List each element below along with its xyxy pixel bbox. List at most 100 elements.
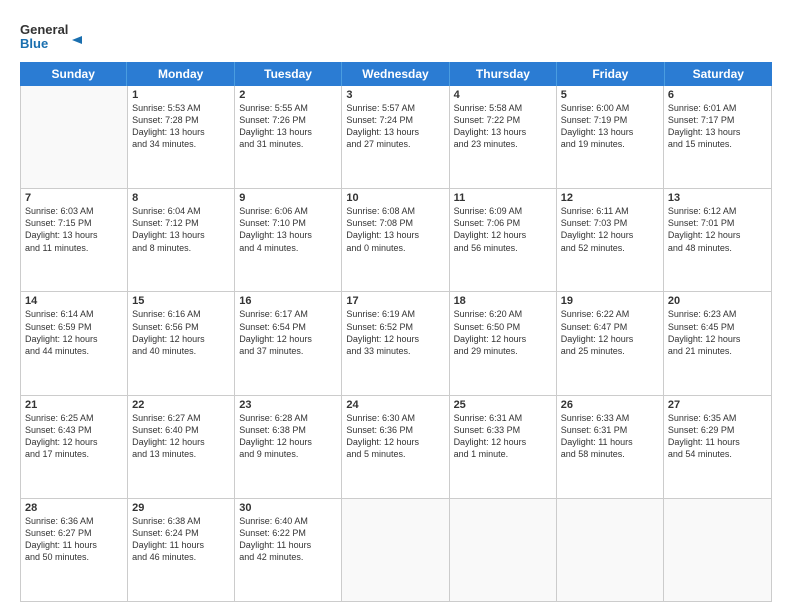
calendar-cell: 14Sunrise: 6:14 AMSunset: 6:59 PMDayligh… xyxy=(21,292,128,394)
calendar-header: SundayMondayTuesdayWednesdayThursdayFrid… xyxy=(20,62,772,86)
day-number: 22 xyxy=(132,399,230,411)
cell-line: Sunrise: 6:30 AM xyxy=(346,412,444,424)
calendar-row: 1Sunrise: 5:53 AMSunset: 7:28 PMDaylight… xyxy=(21,86,771,189)
weekday-header: Wednesday xyxy=(342,62,449,86)
cell-line: and 11 minutes. xyxy=(25,242,123,254)
day-number: 16 xyxy=(239,295,337,307)
cell-line: and 58 minutes. xyxy=(561,448,659,460)
calendar-cell: 19Sunrise: 6:22 AMSunset: 6:47 PMDayligh… xyxy=(557,292,664,394)
weekday-header: Saturday xyxy=(665,62,772,86)
cell-line: Daylight: 12 hours xyxy=(132,333,230,345)
cell-line: Daylight: 11 hours xyxy=(561,436,659,448)
cell-line: Sunrise: 6:27 AM xyxy=(132,412,230,424)
day-number: 3 xyxy=(346,89,444,101)
cell-line: Sunrise: 6:00 AM xyxy=(561,102,659,114)
cell-line: Daylight: 13 hours xyxy=(132,229,230,241)
cell-line: Daylight: 12 hours xyxy=(346,333,444,345)
svg-text:Blue: Blue xyxy=(20,36,48,51)
cell-line: Sunrise: 6:16 AM xyxy=(132,308,230,320)
cell-line: Daylight: 11 hours xyxy=(668,436,767,448)
cell-line: Daylight: 13 hours xyxy=(561,126,659,138)
cell-line: Sunrise: 6:22 AM xyxy=(561,308,659,320)
calendar-cell: 12Sunrise: 6:11 AMSunset: 7:03 PMDayligh… xyxy=(557,189,664,291)
cell-line: Daylight: 13 hours xyxy=(346,126,444,138)
calendar-cell: 23Sunrise: 6:28 AMSunset: 6:38 PMDayligh… xyxy=(235,396,342,498)
day-number: 8 xyxy=(132,192,230,204)
cell-line: and 17 minutes. xyxy=(25,448,123,460)
page: General Blue SundayMondayTuesdayWednesda… xyxy=(0,0,792,612)
cell-line: Sunrise: 6:06 AM xyxy=(239,205,337,217)
cell-line: Sunrise: 6:19 AM xyxy=(346,308,444,320)
day-number: 23 xyxy=(239,399,337,411)
cell-line: and 34 minutes. xyxy=(132,138,230,150)
cell-line: Sunset: 6:31 PM xyxy=(561,424,659,436)
day-number: 30 xyxy=(239,502,337,514)
cell-line: Sunset: 6:56 PM xyxy=(132,321,230,333)
cell-line: Daylight: 12 hours xyxy=(454,436,552,448)
cell-line: Sunset: 7:19 PM xyxy=(561,114,659,126)
cell-line: Sunset: 7:24 PM xyxy=(346,114,444,126)
cell-line: Sunset: 7:10 PM xyxy=(239,217,337,229)
cell-line: Sunrise: 6:20 AM xyxy=(454,308,552,320)
cell-line: Sunrise: 6:11 AM xyxy=(561,205,659,217)
cell-line: Daylight: 12 hours xyxy=(132,436,230,448)
cell-line: Sunset: 6:27 PM xyxy=(25,527,123,539)
calendar-cell: 29Sunrise: 6:38 AMSunset: 6:24 PMDayligh… xyxy=(128,499,235,601)
cell-line: and 15 minutes. xyxy=(668,138,767,150)
day-number: 4 xyxy=(454,89,552,101)
cell-line: Daylight: 13 hours xyxy=(239,126,337,138)
cell-line: Sunset: 6:52 PM xyxy=(346,321,444,333)
cell-line: and 4 minutes. xyxy=(239,242,337,254)
calendar-cell: 7Sunrise: 6:03 AMSunset: 7:15 PMDaylight… xyxy=(21,189,128,291)
cell-line: Sunrise: 6:01 AM xyxy=(668,102,767,114)
cell-line: Sunset: 6:24 PM xyxy=(132,527,230,539)
calendar-cell: 11Sunrise: 6:09 AMSunset: 7:06 PMDayligh… xyxy=(450,189,557,291)
day-number: 14 xyxy=(25,295,123,307)
cell-line: Sunrise: 5:55 AM xyxy=(239,102,337,114)
calendar-cell: 25Sunrise: 6:31 AMSunset: 6:33 PMDayligh… xyxy=(450,396,557,498)
cell-line: and 44 minutes. xyxy=(25,345,123,357)
day-number: 28 xyxy=(25,502,123,514)
cell-line: Sunset: 6:38 PM xyxy=(239,424,337,436)
cell-line: Sunrise: 6:38 AM xyxy=(132,515,230,527)
cell-line: Sunset: 6:50 PM xyxy=(454,321,552,333)
calendar-cell: 13Sunrise: 6:12 AMSunset: 7:01 PMDayligh… xyxy=(664,189,771,291)
day-number: 24 xyxy=(346,399,444,411)
day-number: 21 xyxy=(25,399,123,411)
cell-line: Sunset: 7:15 PM xyxy=(25,217,123,229)
day-number: 9 xyxy=(239,192,337,204)
cell-line: Sunset: 6:45 PM xyxy=(668,321,767,333)
day-number: 29 xyxy=(132,502,230,514)
day-number: 26 xyxy=(561,399,659,411)
weekday-header: Tuesday xyxy=(235,62,342,86)
cell-line: Sunrise: 6:14 AM xyxy=(25,308,123,320)
calendar-cell xyxy=(450,499,557,601)
cell-line: Daylight: 12 hours xyxy=(346,436,444,448)
cell-line: and 33 minutes. xyxy=(346,345,444,357)
calendar-row: 14Sunrise: 6:14 AMSunset: 6:59 PMDayligh… xyxy=(21,292,771,395)
day-number: 17 xyxy=(346,295,444,307)
cell-line: Sunrise: 6:35 AM xyxy=(668,412,767,424)
calendar-cell: 26Sunrise: 6:33 AMSunset: 6:31 PMDayligh… xyxy=(557,396,664,498)
cell-line: Daylight: 12 hours xyxy=(668,229,767,241)
calendar-cell xyxy=(21,86,128,188)
header: General Blue xyxy=(20,16,772,56)
cell-line: Sunset: 7:06 PM xyxy=(454,217,552,229)
logo: General Blue xyxy=(20,20,100,56)
cell-line: Sunset: 6:36 PM xyxy=(346,424,444,436)
calendar-cell: 16Sunrise: 6:17 AMSunset: 6:54 PMDayligh… xyxy=(235,292,342,394)
cell-line: Daylight: 12 hours xyxy=(561,229,659,241)
cell-line: Daylight: 12 hours xyxy=(561,333,659,345)
cell-line: and 1 minute. xyxy=(454,448,552,460)
weekday-header: Sunday xyxy=(20,62,127,86)
cell-line: Sunrise: 6:04 AM xyxy=(132,205,230,217)
cell-line: Daylight: 12 hours xyxy=(454,229,552,241)
day-number: 1 xyxy=(132,89,230,101)
cell-line: Sunrise: 6:12 AM xyxy=(668,205,767,217)
calendar-cell: 2Sunrise: 5:55 AMSunset: 7:26 PMDaylight… xyxy=(235,86,342,188)
cell-line: Daylight: 13 hours xyxy=(132,126,230,138)
cell-line: Sunset: 7:01 PM xyxy=(668,217,767,229)
cell-line: and 19 minutes. xyxy=(561,138,659,150)
cell-line: and 29 minutes. xyxy=(454,345,552,357)
cell-line: Sunset: 7:12 PM xyxy=(132,217,230,229)
